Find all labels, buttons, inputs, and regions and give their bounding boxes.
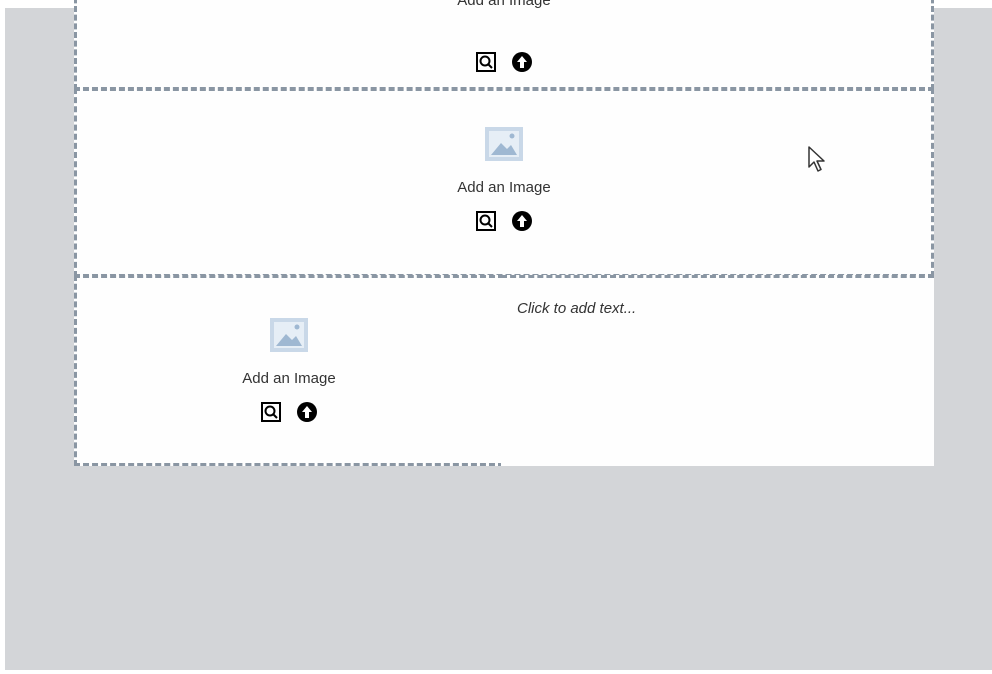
search-image-icon[interactable]: [475, 51, 497, 73]
text-block-bottom-right[interactable]: Click to add text...: [501, 275, 934, 466]
add-image-label: Add an Image: [457, 0, 551, 9]
image-block-actions: [475, 51, 533, 73]
image-block-top[interactable]: Add an Image: [74, 0, 934, 90]
search-image-icon[interactable]: [475, 210, 497, 232]
search-image-icon[interactable]: [260, 401, 282, 423]
add-image-label: Add an Image: [242, 370, 336, 387]
image-block-actions: [475, 210, 533, 232]
image-placeholder-icon: [485, 127, 523, 161]
upload-icon[interactable]: [511, 210, 533, 232]
upload-icon[interactable]: [511, 51, 533, 73]
add-image-label: Add an Image: [457, 179, 551, 196]
upload-icon[interactable]: [296, 401, 318, 423]
image-block-middle[interactable]: Add an Image: [74, 88, 934, 277]
image-placeholder-icon: [270, 318, 308, 352]
text-placeholder[interactable]: Click to add text...: [517, 300, 636, 317]
mouse-cursor-icon: [808, 146, 825, 172]
image-block-actions: [260, 401, 318, 423]
image-block-bottom-left[interactable]: Add an Image: [74, 275, 504, 466]
